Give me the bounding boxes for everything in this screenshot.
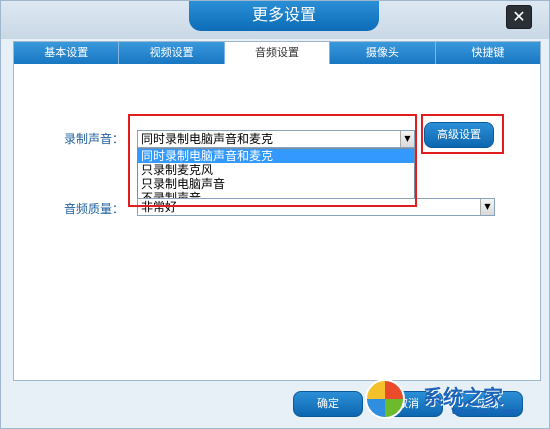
record-sound-label: 录制声音： xyxy=(64,132,125,146)
highlight-box-dropdown xyxy=(128,114,417,207)
chevron-down-icon[interactable]: ▼ xyxy=(480,199,494,215)
ok-button[interactable]: 确定 xyxy=(293,391,363,417)
tab-basic-settings[interactable]: 基本设置 xyxy=(14,42,120,64)
watermark: 系统之家 Winwin7.com xyxy=(365,377,545,425)
audio-quality-label: 音频质量： xyxy=(64,202,125,216)
close-button[interactable]: ✕ xyxy=(506,5,532,29)
watermark-url: Winwin7.com xyxy=(451,407,519,417)
dialog-title: 更多设置 xyxy=(189,1,379,31)
highlight-box-advanced xyxy=(421,114,504,154)
more-settings-dialog: 更多设置 ✕ 基本设置 视频设置 音频设置 摄像头 快捷键 录制声音： 同时录制… xyxy=(0,0,550,429)
windows-logo-icon xyxy=(365,379,405,419)
tab-hotkeys[interactable]: 快捷键 xyxy=(436,42,540,64)
settings-panel: 基本设置 视频设置 音频设置 摄像头 快捷键 录制声音： 同时录制电脑声音和麦克… xyxy=(13,41,541,381)
tab-camera[interactable]: 摄像头 xyxy=(330,42,436,64)
tab-audio-settings[interactable]: 音频设置 xyxy=(224,42,331,64)
tab-bar: 基本设置 视频设置 音频设置 摄像头 快捷键 xyxy=(14,42,540,64)
title-bar: 更多设置 ✕ xyxy=(1,1,549,39)
close-icon: ✕ xyxy=(512,7,526,26)
tab-video-settings[interactable]: 视频设置 xyxy=(119,42,225,64)
watermark-brand: 系统之家 xyxy=(423,385,503,409)
